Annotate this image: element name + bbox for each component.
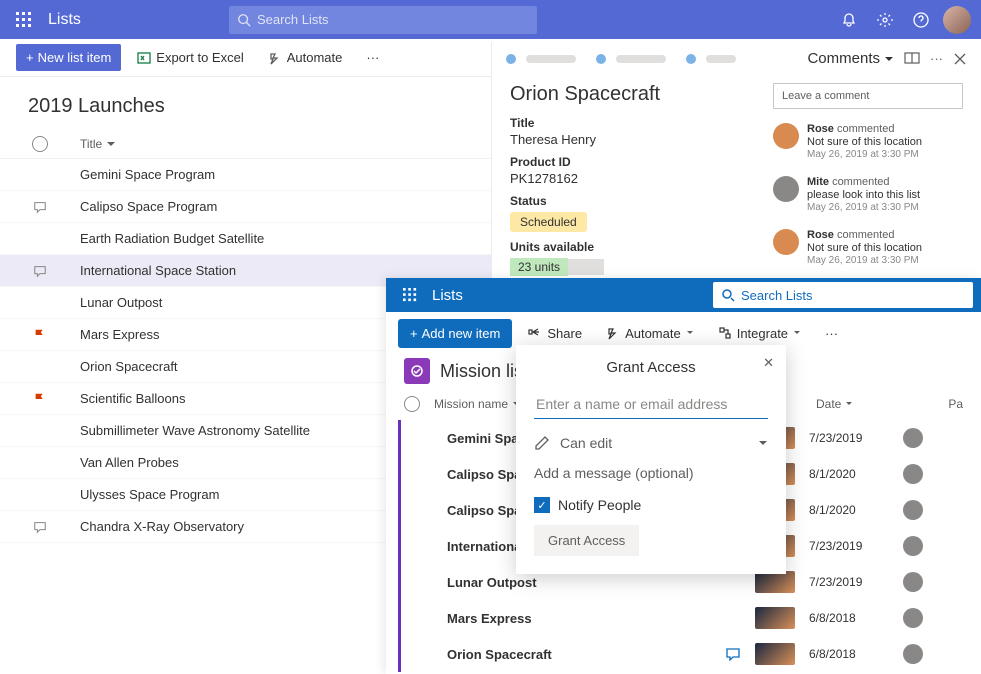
item-title: Orion Spacecraft	[510, 83, 773, 106]
row-avatar	[903, 428, 923, 448]
pencil-icon	[534, 435, 550, 451]
list-icon	[404, 358, 430, 384]
status-badge: Scheduled	[510, 212, 587, 232]
row-icon	[16, 264, 64, 278]
share-icon	[528, 326, 542, 340]
row-avatar	[903, 536, 923, 556]
row-avatar	[903, 644, 923, 664]
grant-access-button[interactable]: Grant Access	[534, 525, 639, 556]
chat-icon	[725, 647, 741, 661]
panel-skeleton: Comments ···	[492, 42, 981, 75]
win2-list-title: Mission lis	[440, 361, 523, 382]
mission-name: Mars Express	[447, 611, 687, 626]
comment: Rose commentedNot sure of this locationM…	[773, 229, 963, 266]
chevron-down-icon	[758, 438, 768, 448]
mission-date: 7/23/2019	[809, 575, 889, 589]
row-avatar	[903, 500, 923, 520]
automate-button[interactable]: Automate	[260, 44, 351, 71]
search-input[interactable]	[257, 12, 529, 27]
search-icon	[721, 288, 735, 302]
col-date[interactable]: Date	[816, 397, 876, 411]
recipient-input[interactable]	[534, 390, 768, 419]
help-icon[interactable]	[905, 4, 937, 36]
row-avatar	[903, 572, 923, 592]
row-avatar	[903, 464, 923, 484]
share-button[interactable]: Share	[520, 320, 590, 347]
add-new-item-button[interactable]: +Add new item	[398, 319, 512, 348]
row-icon	[16, 328, 64, 342]
row-icon	[16, 520, 64, 534]
excel-icon	[137, 51, 151, 65]
win2-suite-header: Lists Search Lists	[386, 278, 981, 312]
prop-productid-label: Product ID	[510, 155, 773, 169]
prop-title-value: Theresa Henry	[510, 132, 773, 147]
comment-avatar	[773, 229, 799, 255]
permission-selector[interactable]: Can edit	[534, 429, 768, 457]
comment: Mite commentedplease look into this list…	[773, 176, 963, 213]
suite-header: Lists	[0, 0, 981, 39]
win2-app-launcher[interactable]	[394, 279, 426, 311]
new-item-button[interactable]: +New list item	[16, 44, 121, 71]
mission-date: 6/8/2018	[809, 611, 889, 625]
search-box[interactable]	[229, 6, 537, 34]
thumbnail	[755, 607, 795, 629]
row-icon	[16, 200, 64, 214]
prop-title-label: Title	[510, 116, 773, 130]
grant-access-dialog: ✕ Grant Access Can edit Add a message (o…	[516, 345, 786, 574]
mission-date: 7/23/2019	[809, 539, 889, 553]
app-launcher[interactable]	[8, 4, 40, 36]
win2-search-box[interactable]: Search Lists	[713, 282, 973, 308]
mission-date: 6/8/2018	[809, 647, 889, 661]
mission-name: Orion Spacecraft	[447, 647, 687, 662]
row-icon	[16, 392, 64, 406]
flow-icon	[268, 51, 282, 65]
win2-table-row[interactable]: Orion Spacecraft 6/8/2018	[398, 636, 981, 672]
win2-automate-button[interactable]: Automate	[598, 320, 702, 347]
app-name: Lists	[48, 11, 81, 29]
comment-avatar	[773, 176, 799, 202]
comment: Rose commentedNot sure of this locationM…	[773, 123, 963, 160]
thumbnail	[755, 571, 795, 593]
integrate-icon	[718, 326, 732, 340]
thumbnail	[755, 643, 795, 665]
user-avatar[interactable]	[941, 4, 973, 36]
win2-app-name: Lists	[432, 287, 463, 304]
units-progress: 23 units	[510, 258, 773, 276]
flow-icon	[606, 326, 620, 340]
win2-table-row[interactable]: Mars Express 6/8/2018	[398, 600, 981, 636]
win2-more-button[interactable]: ···	[817, 320, 846, 347]
col-pa[interactable]: Pa	[948, 397, 963, 411]
prop-units-label: Units available	[510, 240, 773, 254]
dialog-title: Grant Access	[534, 359, 768, 376]
message-input[interactable]: Add a message (optional)	[534, 457, 768, 497]
row-avatar	[903, 608, 923, 628]
close-icon[interactable]	[953, 52, 967, 66]
settings-icon[interactable]	[869, 4, 901, 36]
more-button[interactable]: ···	[358, 44, 387, 71]
chevron-down-icon	[106, 139, 116, 149]
comments-toggle[interactable]: Comments	[807, 50, 894, 67]
notifications-icon[interactable]	[833, 4, 865, 36]
prop-status-label: Status	[510, 194, 773, 208]
comment-avatar	[773, 123, 799, 149]
mission-name: Lunar Outpost	[447, 575, 687, 590]
win2-select-all[interactable]	[404, 396, 420, 412]
comment-input[interactable]: Leave a comment	[773, 83, 963, 109]
prop-productid-value: PK1278162	[510, 171, 773, 186]
mission-date: 8/1/2020	[809, 467, 889, 481]
integrate-button[interactable]: Integrate	[710, 320, 809, 347]
mission-date: 7/23/2019	[809, 431, 889, 445]
panel-more-icon[interactable]: ···	[930, 51, 943, 66]
export-excel-button[interactable]: Export to Excel	[129, 44, 251, 71]
dialog-close-icon[interactable]: ✕	[763, 355, 774, 371]
notify-checkbox[interactable]: ✓Notify People	[534, 497, 768, 513]
expand-icon[interactable]	[904, 52, 920, 66]
select-all[interactable]	[32, 136, 48, 152]
search-icon	[237, 13, 251, 27]
mission-date: 8/1/2020	[809, 503, 889, 517]
